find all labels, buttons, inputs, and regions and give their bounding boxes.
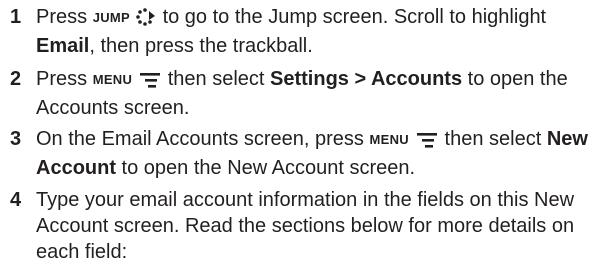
text: Press [36, 6, 93, 28]
jump-key-icon [136, 8, 156, 26]
step-4-line-1: Type your email account information in t… [36, 189, 575, 211]
jump-key-label: JUMP [92, 10, 131, 25]
step-number: 1 [10, 6, 22, 28]
step-number: 4 [10, 189, 22, 211]
settings-accounts-term: Settings > Accounts [270, 68, 463, 90]
menu-key-icon [416, 133, 437, 148]
step-2-line-1: Press MENU then select Settings > Accoun… [36, 66, 568, 93]
menu-key-icon [140, 73, 161, 88]
menu-key-label: MENU [92, 72, 133, 87]
text: to open the [462, 68, 568, 90]
text: to open the New Account screen. [116, 157, 416, 179]
step-number: 2 [10, 68, 22, 90]
menu-key-label: MENU [369, 132, 409, 147]
step-3-line-1: On the Email Accounts screen, press MENU… [36, 126, 588, 153]
step-4-line-3: each field: [36, 241, 128, 263]
instruction-steps: 1 Press JUMP to go to the Jump screen. S… [0, 0, 599, 263]
step-3-line-2: Account to open the New Account screen. [36, 155, 415, 181]
email-term: Email [36, 35, 90, 57]
step-4-line-2: Account screen. Read the sections below … [36, 215, 575, 237]
text: On the Email Accounts screen, press [36, 128, 370, 150]
text: to go to the Jump screen. Scroll to high… [157, 6, 547, 28]
text: , then press the trackball. [89, 35, 313, 57]
step-1-line-1: Press JUMP to go to the Jump screen. Scr… [36, 4, 546, 31]
text: then select [162, 68, 271, 90]
text: then select [438, 128, 547, 150]
step-number: 3 [10, 128, 22, 150]
step-2-line-2: Accounts screen. [36, 97, 190, 119]
account-term: Account [36, 157, 116, 179]
text: Press [36, 68, 93, 90]
new-term: New [546, 128, 588, 150]
step-1-line-2: Email, then press the trackball. [36, 33, 313, 59]
